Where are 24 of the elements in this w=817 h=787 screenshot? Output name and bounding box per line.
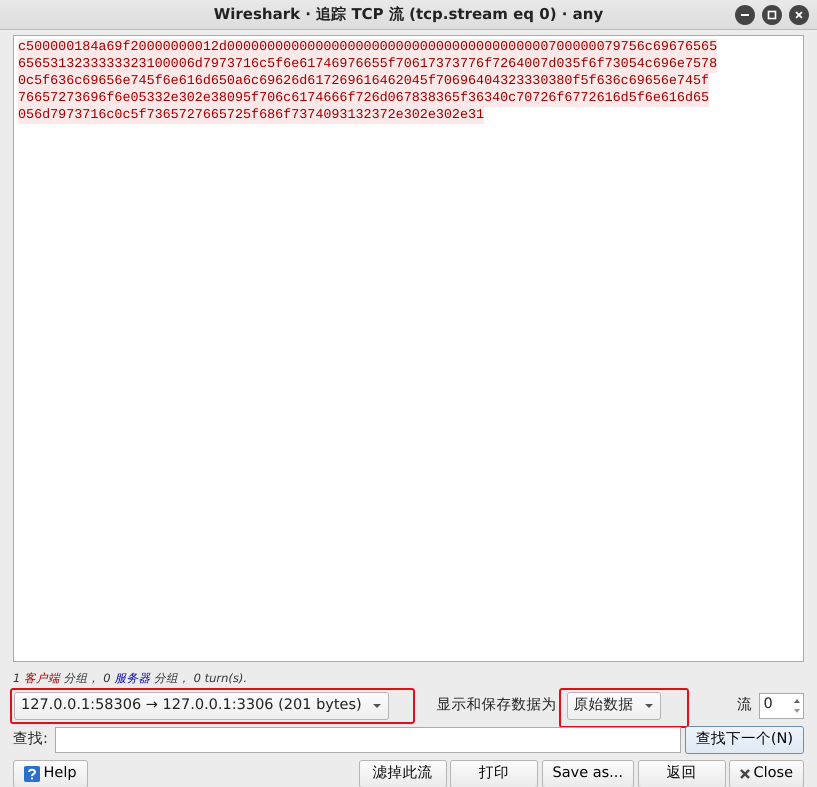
stream-dropdown[interactable]: 127.0.0.1:58306 → 127.0.0.1:3306 (201 bytes) <box>14 692 389 720</box>
find-next-button[interactable]: 查找下一个(N) <box>684 726 804 754</box>
window-title: Wireshark · 追踪 TCP 流 (tcp.stream eq 0) · any <box>214 4 604 26</box>
format-label: 显示和保存数据为 <box>436 696 557 716</box>
find-field[interactable] <box>55 727 682 754</box>
dropdown-caret-icon <box>372 703 382 710</box>
close-icon <box>740 769 750 780</box>
help-button[interactable]: Help <box>13 760 88 787</box>
dialog-button[interactable]: 打印 <box>450 760 538 787</box>
format-dropdown[interactable]: 原始数据 <box>566 692 661 720</box>
stream-summary: 1 客户端 分组， 0 服务器 分组， 0 turn(s). <box>13 671 248 685</box>
dropdown-caret-icon <box>644 703 654 710</box>
dialog-button[interactable]: 返回 <box>638 760 726 787</box>
stream-label: 流 <box>737 696 752 716</box>
help-icon <box>24 766 40 782</box>
dialog-button[interactable]: Save as... <box>542 760 634 787</box>
maximize-icon[interactable] <box>762 5 782 25</box>
dialog-button[interactable]: 滤掉此流 <box>358 760 447 787</box>
find-label: 查找: <box>13 730 48 750</box>
stream-number-spinner[interactable]: 0 <box>759 693 804 720</box>
close-button[interactable]: Close <box>729 760 804 787</box>
stream-text-area[interactable] <box>13 35 804 662</box>
close-icon[interactable] <box>789 5 809 25</box>
minimize-icon[interactable] <box>735 5 755 25</box>
